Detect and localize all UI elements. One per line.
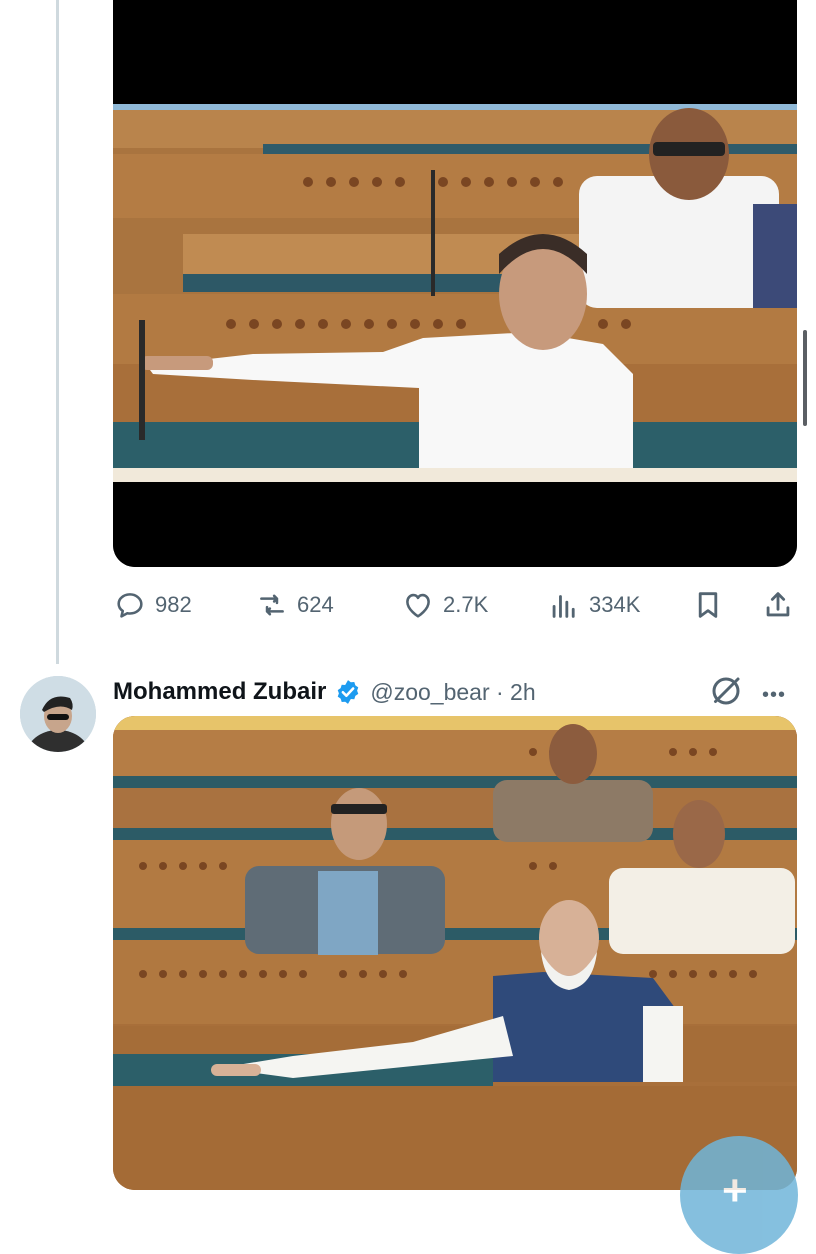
tweet-media-image[interactable] (113, 0, 797, 567)
grok-icon[interactable] (708, 673, 744, 709)
avatar-image (20, 676, 96, 752)
more-icon[interactable]: ••• (762, 684, 786, 707)
scrollbar-thumb[interactable] (803, 330, 807, 426)
repost-button[interactable]: 624 (255, 584, 334, 626)
tweet-header: Mohammed Zubair @zoo_bear · 2h (113, 672, 536, 712)
like-button[interactable]: 2.7K (401, 584, 488, 626)
author-handle-time[interactable]: @zoo_bear · 2h (370, 679, 535, 706)
bookmark-button[interactable] (691, 584, 725, 626)
parliament-photo-2 (113, 716, 797, 1190)
tweet-action-bar: 982 624 2.7K 334K (113, 584, 803, 626)
compose-plus-icon: + (722, 1166, 748, 1215)
reply-button[interactable]: 982 (113, 584, 192, 626)
compose-button[interactable]: + (680, 1136, 798, 1254)
tweet-media-image[interactable] (113, 716, 797, 1190)
media-letterbox-bottom (113, 482, 797, 567)
repost-icon (260, 594, 284, 616)
avatar[interactable] (20, 676, 96, 752)
verified-badge-icon (338, 680, 359, 704)
repost-count: 624 (297, 592, 334, 617)
thread-connector-line (56, 0, 59, 664)
views-count: 334K (589, 592, 641, 617)
parliament-photo-1 (113, 104, 797, 482)
views-button[interactable]: 334K (547, 584, 640, 626)
like-count: 2.7K (443, 592, 489, 617)
media-letterbox-top (113, 0, 797, 104)
share-icon (766, 592, 790, 617)
reply-icon (117, 593, 143, 618)
views-icon (552, 595, 575, 618)
reply-count: 982 (155, 592, 192, 617)
author-name[interactable]: Mohammed Zubair (113, 678, 326, 706)
like-icon (406, 593, 430, 618)
share-button[interactable] (761, 584, 795, 626)
bookmark-icon (698, 592, 718, 618)
